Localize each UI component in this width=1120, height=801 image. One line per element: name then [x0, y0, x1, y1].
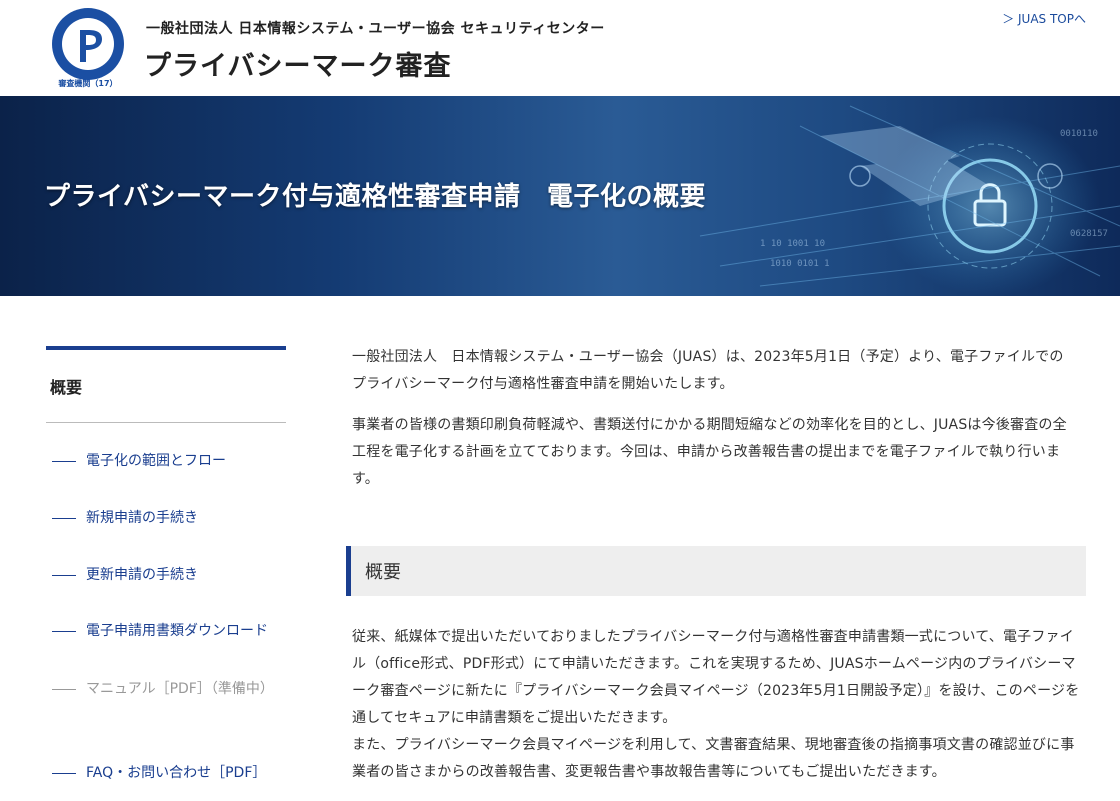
juas-top-link[interactable]: ＞ JUAS TOPへ: [1002, 10, 1086, 27]
page-title: プライバシーマーク付与適格性審査申請 電子化の概要: [44, 182, 706, 212]
sidebar-item-scope-flow[interactable]: 電子化の範囲とフロー: [52, 448, 282, 474]
dash-icon: [52, 688, 76, 690]
section-heading: 概要: [346, 546, 1086, 596]
hero-banner: 1 10 1001 10 1010 0101 1 0010110 0628157…: [0, 96, 1120, 296]
intro-paragraph-1: 一般社団法人 日本情報システム・ユーザー協会（JUAS）は、2023年5月1日（…: [352, 349, 1064, 392]
overview-paragraph-2: また、プライバシーマーク会員マイページを利用して、文書審査結果、現地審査後の指摘…: [352, 737, 1075, 780]
sidebar-item-faq-contact[interactable]: FAQ・お問い合わせ［PDF］: [52, 760, 282, 786]
privacy-mark-logo[interactable]: 審査機関（17）: [46, 4, 130, 88]
sidebar-item-label: 新規申請の手続き: [86, 510, 198, 526]
svg-text:0628157: 0628157: [1070, 229, 1108, 239]
sidebar-item-new-application[interactable]: 新規申請の手続き: [52, 505, 282, 531]
sidebar-current-item[interactable]: 概要: [46, 350, 286, 423]
svg-text:0010110: 0010110: [1060, 129, 1098, 139]
svg-text:1010 0101 1: 1010 0101 1: [770, 259, 830, 269]
overview-body: 従来、紙媒体で提出いただいておりましたプライバシーマーク付与適格性審査申請書類一…: [352, 624, 1086, 786]
site-header: 審査機関（17） 一般社団法人 日本情報システム・ユーザー協会 セキュリティセン…: [0, 0, 1120, 96]
sidebar-item-label: FAQ・お問い合わせ［PDF］: [86, 765, 267, 781]
sidebar-nav: 概要 電子化の範囲とフロー 新規申請の手続き 更新申請の手続き 電子申請用書類ダ…: [46, 346, 286, 781]
svg-text:審査機関（17）: 審査機関（17）: [57, 78, 117, 88]
svg-text:1 10 1001 10: 1 10 1001 10: [760, 239, 825, 249]
dash-icon: [52, 574, 76, 576]
dash-icon: [52, 772, 76, 774]
dash-icon: [52, 630, 76, 632]
section-heading-text: 概要: [365, 562, 401, 583]
sidebar-item-label: 電子申請用書類ダウンロード: [86, 623, 268, 639]
sidebar-item-manual: マニュアル［PDF］（準備中）: [52, 676, 282, 702]
dash-icon: [52, 517, 76, 519]
sidebar-item-document-download[interactable]: 電子申請用書類ダウンロード: [52, 618, 282, 644]
org-name: 一般社団法人 日本情報システム・ユーザー協会 セキュリティセンター: [146, 21, 605, 37]
sidebar-item-label: 更新申請の手続き: [86, 567, 198, 583]
dash-icon: [52, 460, 76, 462]
intro-paragraph-2: 事業者の皆様の書類印刷負荷軽減や、書類送付にかかる期間短縮などの効率化を目的とし…: [352, 417, 1067, 487]
sidebar-item-label: 電子化の範囲とフロー: [86, 453, 226, 469]
overview-paragraph-1: 従来、紙媒体で提出いただいておりましたプライバシーマーク付与適格性審査申請書類一…: [352, 629, 1080, 726]
site-title[interactable]: プライバシーマーク審査: [144, 44, 451, 83]
sidebar-item-label: マニュアル［PDF］（準備中）: [86, 681, 274, 697]
sidebar-item-renewal-application[interactable]: 更新申請の手続き: [52, 562, 282, 588]
